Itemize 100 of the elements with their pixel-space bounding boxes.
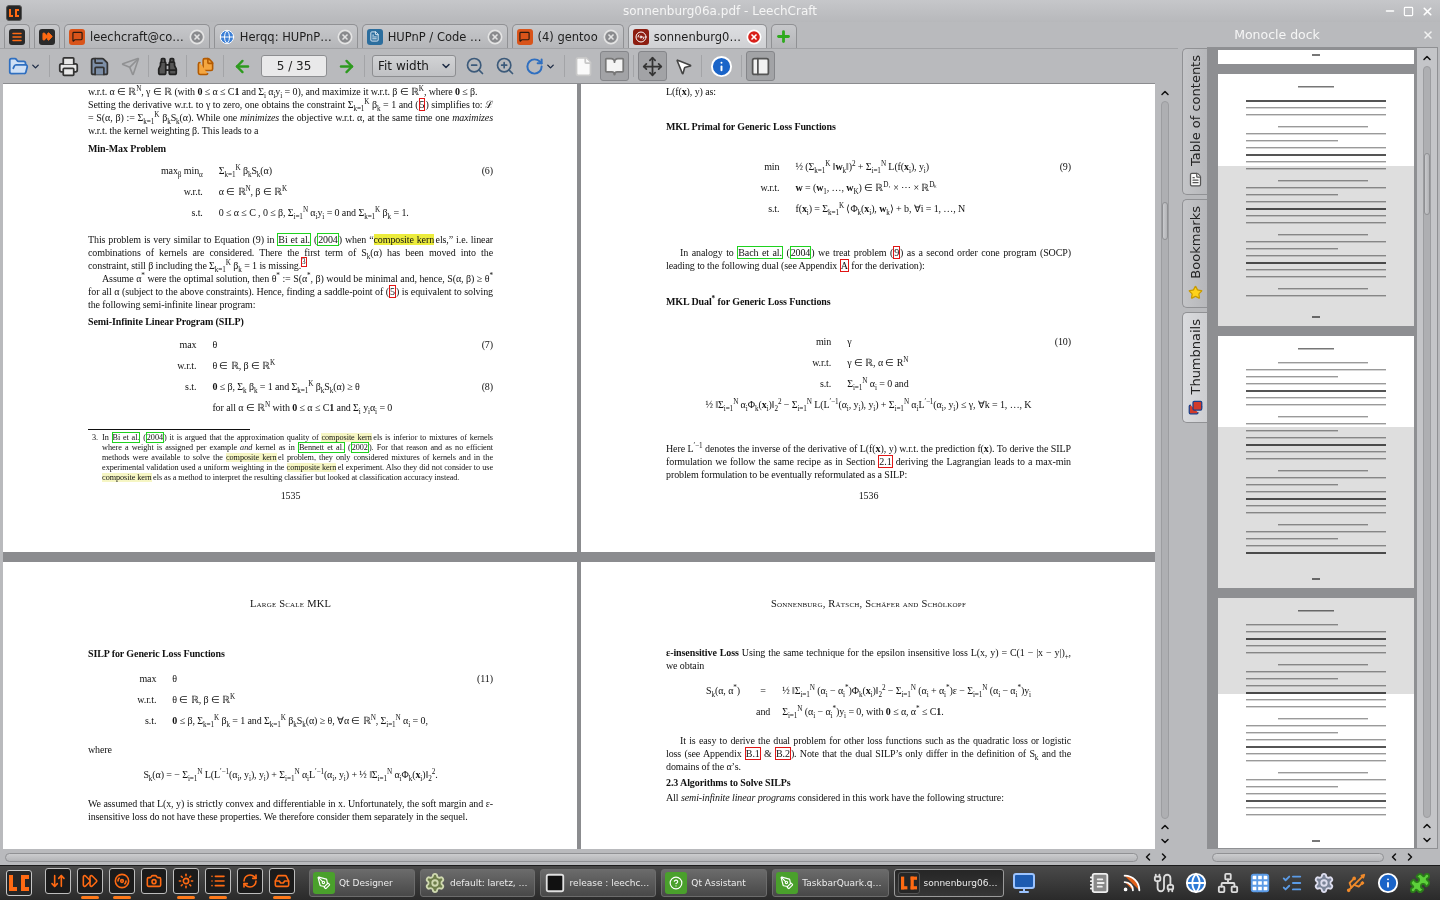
- equation-number: (9): [1059, 160, 1071, 174]
- citation-link[interactable]: Bi et al.: [277, 232, 311, 246]
- printer-icon: [58, 55, 79, 77]
- calendar-icon: [1249, 872, 1271, 894]
- scrollbar-track[interactable]: [1161, 101, 1169, 819]
- tab[interactable]: sonnenburg0…: [627, 24, 767, 48]
- page-number: 1536: [858, 488, 879, 502]
- sidebar-tab[interactable]: Bookmarks: [1182, 198, 1207, 308]
- scrollbar-thumb[interactable]: [5, 852, 1138, 862]
- page-number: 1535: [280, 489, 301, 502]
- task-button[interactable]: Qt Assistant: [661, 869, 768, 897]
- scrollbar-track[interactable]: [1423, 66, 1431, 818]
- window-title: sonnenburg06a.pdf - LeechCraft: [622, 4, 817, 18]
- sidebar-button[interactable]: [746, 51, 775, 81]
- tab[interactable]: Herqq: HUPnP…: [213, 24, 358, 48]
- scrollbar-thumb[interactable]: [1162, 202, 1168, 240]
- math-formula: α ∈ ℝ$^{N}$, β ∈ ℝ$^{K}$: [218, 185, 288, 198]
- task-button[interactable]: TaskbarQuark.q…: [772, 869, 889, 897]
- close-icon[interactable]: [188, 28, 205, 45]
- paragraph: It is easy to derive the dual problem for other loss functions such as the quadratic loss or logistic loss (see Appendix B.1 & B.2). Note that the dual SILP’s only differ in the definition of S$_{k}$ and the domains of the α’s.: [666, 734, 1071, 773]
- paragraph: We assumed that L(x, y) is strictly convex and differentiable in x. Unfortunately, the soft margin and ε-insensitive loss do not have these properties. We therefore consider them separately in the sequel.: [88, 797, 493, 823]
- zoom-mode-dropdown[interactable]: Fit width: [372, 55, 456, 77]
- math-formula: Σ$_{k=1}$$^{K}$ β$_{k}$S$_{k}$(α): [218, 164, 272, 177]
- reference-link[interactable]: 9: [893, 246, 901, 260]
- sidebar-tab[interactable]: Thumbnails: [1182, 311, 1207, 424]
- tab[interactable]: [4, 24, 30, 48]
- paragraph: w.r.t. α ∈ ℝ$^{N}$, γ ∈ ℝ (with 0 ≤ α ≤ C1 and Σ$_{i}$ α$_{i}$y$_{i}$ = 0), and maximize it w.r.t. β ∈ ℝ$^{K}$, where 0 ≤ β.: [88, 85, 479, 98]
- close-icon[interactable]: [336, 28, 353, 45]
- launcher-button[interactable]: [204, 867, 232, 899]
- tab-label: leechcraft@co…: [90, 29, 184, 44]
- pages-icon: [195, 56, 215, 76]
- launcher-button[interactable]: [172, 867, 200, 899]
- tab[interactable]: HUPnP / Code …: [361, 24, 508, 48]
- equation-number: (8): [481, 379, 493, 393]
- reference-link[interactable]: B.1: [744, 747, 761, 760]
- reference-link[interactable]: 2.1: [878, 454, 893, 468]
- tab[interactable]: [34, 24, 60, 48]
- citation-link[interactable]: Bach et al.: [737, 246, 783, 260]
- page-icon: [573, 55, 594, 77]
- running-header: Large Scale MKL: [249, 597, 332, 610]
- equation-label: w.r.t.: [177, 358, 197, 372]
- citation-link[interactable]: 2004: [317, 232, 339, 246]
- task-button[interactable]: Qt Designer: [309, 869, 415, 897]
- globe-icon: [1185, 872, 1207, 894]
- pointer-icon: [673, 56, 693, 76]
- close-icon[interactable]: [486, 28, 503, 45]
- task-button[interactable]: release : leechc…: [539, 869, 657, 897]
- citation-link[interactable]: 2004: [145, 432, 164, 443]
- scrollbar-thumb[interactable]: [1424, 153, 1430, 215]
- launcher-button[interactable]: [268, 867, 296, 899]
- tab[interactable]: (4) gentoo: [511, 24, 624, 48]
- page-thumbnail-drawing[interactable]: [1218, 50, 1414, 64]
- pen-icon: [313, 872, 335, 894]
- chat-icon: [516, 28, 533, 45]
- page-thumbnail-drawing[interactable]: [1218, 74, 1414, 326]
- scrollbar-thumb[interactable]: [1212, 852, 1384, 862]
- math-formula: ½ ‖Σ$_{i=1}$$^{N}$ α$_{i}$Φ$_{k}$(x$_{i}$)‖$_{2}$$^{2}$ − Σ$_{i=1}$$^{N}$ L(L$^{′−1}$(α$_{i}$, y$_{i}$), y$_{i}$) + Σ$_{i=1}$$^{N}$ α$_{i}$L$^{′−1}$(α$_{i}$, y$_{i}$) ≤ γ, ∀k = 1, …, K: [705, 397, 1032, 411]
- reference-link[interactable]: 5: [389, 284, 396, 298]
- reference-link[interactable]: A: [839, 259, 849, 273]
- sidebar-tab[interactable]: Table of contents: [1182, 48, 1207, 195]
- launcher-button[interactable]: [108, 867, 136, 899]
- task-button[interactable]: sonnenburg06…: [893, 869, 1005, 897]
- footnote-text: In Bi et al. (2004) it is argued that the approximation quality of composite kern els is inferior to mixtures of kernels where a weight is assigned per example and kernel as in Bennett et al. (2002). For that reason and as no efficient methods were available to solve the composite kern el problem, they only considered mixtures of kernels and in the experimental validation used a uniform weighting in the composite kern el experiment. Also they did not consider to use composite kern els as a method to interpret the resulting classifier but looked at classification accuracy instead.: [102, 433, 493, 483]
- reference-link[interactable]: 5: [418, 98, 426, 111]
- pan-tool-button[interactable]: [638, 51, 667, 81]
- equation-number: (7): [481, 337, 493, 351]
- highlighted-text: composite kern: [225, 453, 277, 462]
- page-thumbnail-drawing[interactable]: [1218, 336, 1414, 588]
- app-menu-button[interactable]: [6, 870, 32, 896]
- camera-icon: [141, 868, 167, 894]
- pen-icon: [776, 872, 799, 894]
- launcher-button[interactable]: [76, 867, 104, 899]
- math-formula: 0 ≤ β, Σ$_{k=1}$$^{K}$ β$_{k}$ = 1 and Σ$_{k=1}$$^{K}$ β$_{k}$S$_{k}$(α) ≥ θ, ∀α ∈ ℝ$^{N}$, Σ$_{i=1}$$^{N}$ α$_{i}$ = 0,: [172, 714, 428, 727]
- paragraph: This problem is very similar to Equation (9) in Bi et al. (2004) when “composite kernels,” i.e. linear combinations of kernels are considered. There the first term of S$_{k}$(α) has been moved into the constraint, still β including the Σ$_{k=1}$$^{K}$ β$_{k}$ = 1 is missing.$^{3}$: [88, 232, 493, 272]
- close-icon[interactable]: [602, 28, 619, 45]
- document-icon: [1187, 171, 1203, 187]
- citation-link[interactable]: Bennett et al.: [297, 442, 345, 453]
- tab[interactable]: leechcraft@co…: [64, 24, 210, 48]
- task-button[interactable]: default: laretz, …: [420, 869, 535, 897]
- two-page-button[interactable]: [600, 51, 629, 81]
- citation-link[interactable]: Bi et al.: [111, 432, 141, 443]
- equation-label: min: [815, 334, 832, 348]
- paragraph: where: [88, 743, 113, 756]
- footnote-number: 3.: [91, 433, 99, 444]
- citation-link[interactable]: 2004: [789, 246, 812, 260]
- reference-link[interactable]: B.2: [775, 747, 791, 760]
- equation-label: max: [179, 337, 197, 351]
- page-number-field[interactable]: 5 / 35: [261, 55, 327, 77]
- save-icon: [89, 55, 110, 77]
- math-formula: for all α ∈ ℝ$^{N}$ with 0 ≤ α ≤ C1 and Σ$_{i}$ y$_{i}$α$_{i}$ = 0: [212, 400, 393, 414]
- citation-link[interactable]: 2002: [350, 442, 369, 453]
- math-formula: γ ∈ ℝ, α ∈ R$^{N}$: [847, 355, 909, 369]
- tab-label: (4) gentoo: [537, 29, 598, 44]
- desktop-icon[interactable]: [1012, 871, 1037, 895]
- math-formula: 0 ≤ β, Σ$_{k}$ β$_{k}$ = 1 and Σ$_{k=1}$$^{K}$ β$_{k}$S$_{k}$(α) ≥ θ: [212, 379, 360, 393]
- list-icon: [205, 868, 231, 894]
- task-label: default: laretz, …: [450, 878, 528, 888]
- page-thumbnail-drawing[interactable]: [1218, 598, 1414, 848]
- paragraph: ε-insensitive Loss Using the same technique for the epsilon insensitive loss L(x, y) = C(1 − |x − y|)$_{+}$, we obtain: [666, 646, 1071, 672]
- section-heading: MKL Primal for Generic Loss Functions: [666, 120, 836, 135]
